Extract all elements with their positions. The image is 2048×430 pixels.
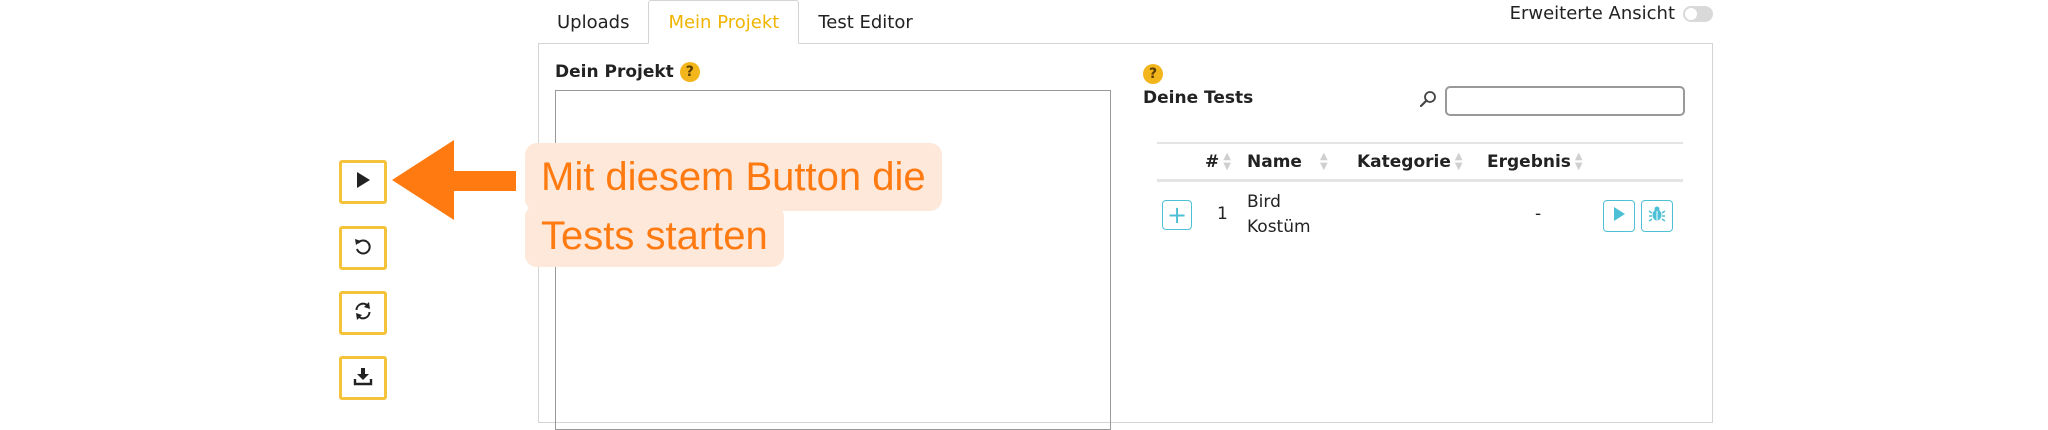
- bug-icon: [1648, 205, 1666, 228]
- play-icon: [355, 171, 371, 193]
- search-icon: [1419, 90, 1437, 113]
- test-name: Bird Kostüm: [1247, 192, 1311, 237]
- project-title: Dein Projekt: [555, 62, 674, 82]
- tab-test-editor[interactable]: Test Editor: [799, 0, 931, 44]
- help-icon[interactable]: ?: [1143, 64, 1163, 84]
- column-kategorie[interactable]: Kategorie ▲ ▼: [1357, 151, 1463, 173]
- tests-title: Deine Tests: [1143, 88, 1254, 108]
- column-ergebnis[interactable]: Ergebnis ▲ ▼: [1487, 151, 1583, 173]
- annotation-text-line-2: Tests starten: [525, 205, 784, 267]
- download-button[interactable]: [339, 356, 387, 400]
- play-icon: [1612, 206, 1626, 227]
- column-number[interactable]: # ▲ ▼: [1205, 151, 1231, 173]
- expand-row-button[interactable]: +: [1162, 200, 1192, 230]
- tests-search-input[interactable]: [1445, 86, 1685, 116]
- sort-icon: ▲ ▼: [1454, 151, 1463, 172]
- download-icon: [353, 366, 373, 390]
- sort-icon: ▲ ▼: [1223, 151, 1231, 172]
- undo-button[interactable]: [339, 226, 387, 270]
- refresh-icon: [353, 301, 373, 325]
- advanced-view-toggle[interactable]: [1683, 5, 1713, 22]
- annotation-text-line-1: Mit diesem Button die: [525, 143, 942, 211]
- test-result: -: [1535, 204, 1542, 224]
- table-row: + 1 Bird Kostüm -: [1157, 190, 1683, 242]
- test-number: 1: [1217, 204, 1228, 224]
- annotation-arrow: [392, 140, 518, 224]
- tab-uploads[interactable]: Uploads: [538, 0, 648, 44]
- project-heading: Dein Projekt ?: [555, 62, 700, 82]
- advanced-view-label: Erweiterte Ansicht: [1509, 3, 1675, 24]
- sort-icon: ▲ ▼: [1319, 151, 1328, 172]
- tab-bar: Uploads Mein Projekt Test Editor: [538, 0, 932, 44]
- column-name[interactable]: Name ▲ ▼: [1247, 151, 1328, 173]
- advanced-view-control: Erweiterte Ansicht: [1510, 3, 1713, 24]
- help-icon[interactable]: ?: [679, 62, 700, 82]
- run-test-button[interactable]: [1603, 200, 1635, 232]
- run-tests-button[interactable]: [339, 160, 387, 204]
- debug-test-button[interactable]: [1641, 200, 1673, 232]
- refresh-button[interactable]: [339, 291, 387, 335]
- tab-mein-projekt[interactable]: Mein Projekt: [648, 0, 800, 44]
- undo-icon: [353, 236, 373, 260]
- sort-icon: ▲ ▼: [1574, 151, 1583, 172]
- tests-table-header: # ▲ ▼ Name ▲ ▼ Kategorie ▲ ▼ Ergebnis ▲ ▼: [1157, 142, 1683, 182]
